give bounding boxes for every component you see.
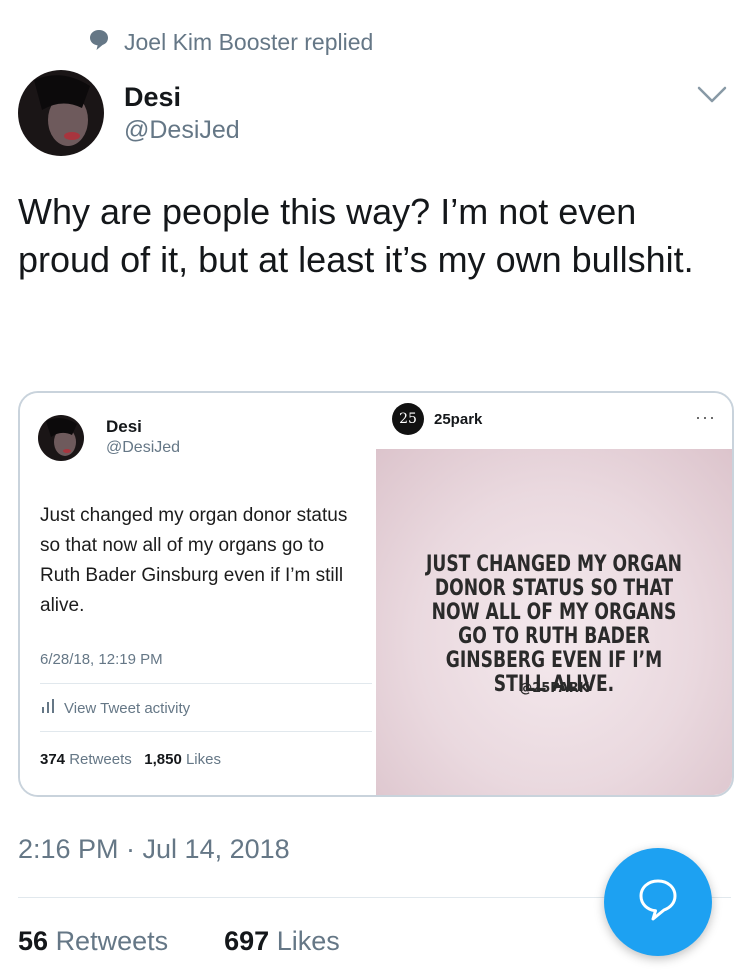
bar-chart-icon [42,699,54,717]
embedded-likes-count: 1,850 [144,751,182,768]
chevron-down-icon[interactable] [696,84,728,111]
view-tweet-activity-label: View Tweet activity [64,699,191,717]
author-name[interactable]: Desi [124,82,181,113]
embedded-retweets-label: Retweets [69,751,132,768]
reply-fab-button[interactable] [604,848,712,956]
instagram-username: 25park [434,411,483,428]
retweets-label: Retweets [55,926,169,956]
instagram-post-screenshot: 25 25park ··· JUST CHANGED MY ORGAN DONO… [376,393,732,795]
embedded-retweets-count: 374 [40,751,66,768]
speech-bubble-icon [88,28,110,57]
instagram-post-header: 25 25park ··· [376,393,732,449]
likes-label: Likes [276,926,340,956]
embedded-author-handle: @DesiJed [106,439,181,456]
tweet-text: Why are people this way? I’m not even pr… [18,191,694,280]
divider [40,683,372,684]
instagram-post-image: JUST CHANGED MY ORGAN DONOR STATUS SO TH… [376,449,732,795]
divider [40,731,372,732]
embedded-likes-label: Likes [185,751,221,768]
embedded-tweet-stats: 374 Retweets 1,850 Likes [40,751,221,768]
embedded-avatar [38,415,84,461]
quote-handle: @25PARK [519,681,589,696]
avatar[interactable] [18,70,104,156]
retweets-count: 56 [18,926,49,956]
tweet-timestamp[interactable]: 2:16 PM · Jul 14, 2018 [18,834,290,865]
embedded-tweet-screenshot: Desi @DesiJed Just changed my organ dono… [20,393,376,795]
tweet-image[interactable]: Desi @DesiJed Just changed my organ dono… [18,391,734,797]
reply-context-text: Joel Kim Booster replied [124,28,374,55]
likes-count: 697 [224,926,270,956]
embedded-tweet-date: 6/28/18, 12:19 PM [40,651,163,668]
author-handle[interactable]: @DesiJed [124,116,240,145]
tweet-stats: 56 Retweets 697 Likes [18,926,340,957]
tweet-activity-row: View Tweet activity [42,699,190,717]
embedded-author-name: Desi [106,417,142,436]
embedded-tweet-text: Just changed my organ donor status so th… [40,505,348,616]
reply-context: Joel Kim Booster replied [88,28,373,56]
speech-bubble-icon [636,877,680,928]
likes-stat[interactable]: 697 Likes [224,926,340,956]
quote-text: JUST CHANGED MY ORGAN DONOR STATUS SO TH… [426,552,682,697]
instagram-avatar: 25 [392,403,424,435]
retweets-stat[interactable]: 56 Retweets [18,926,168,956]
more-icon: ··· [695,407,716,427]
